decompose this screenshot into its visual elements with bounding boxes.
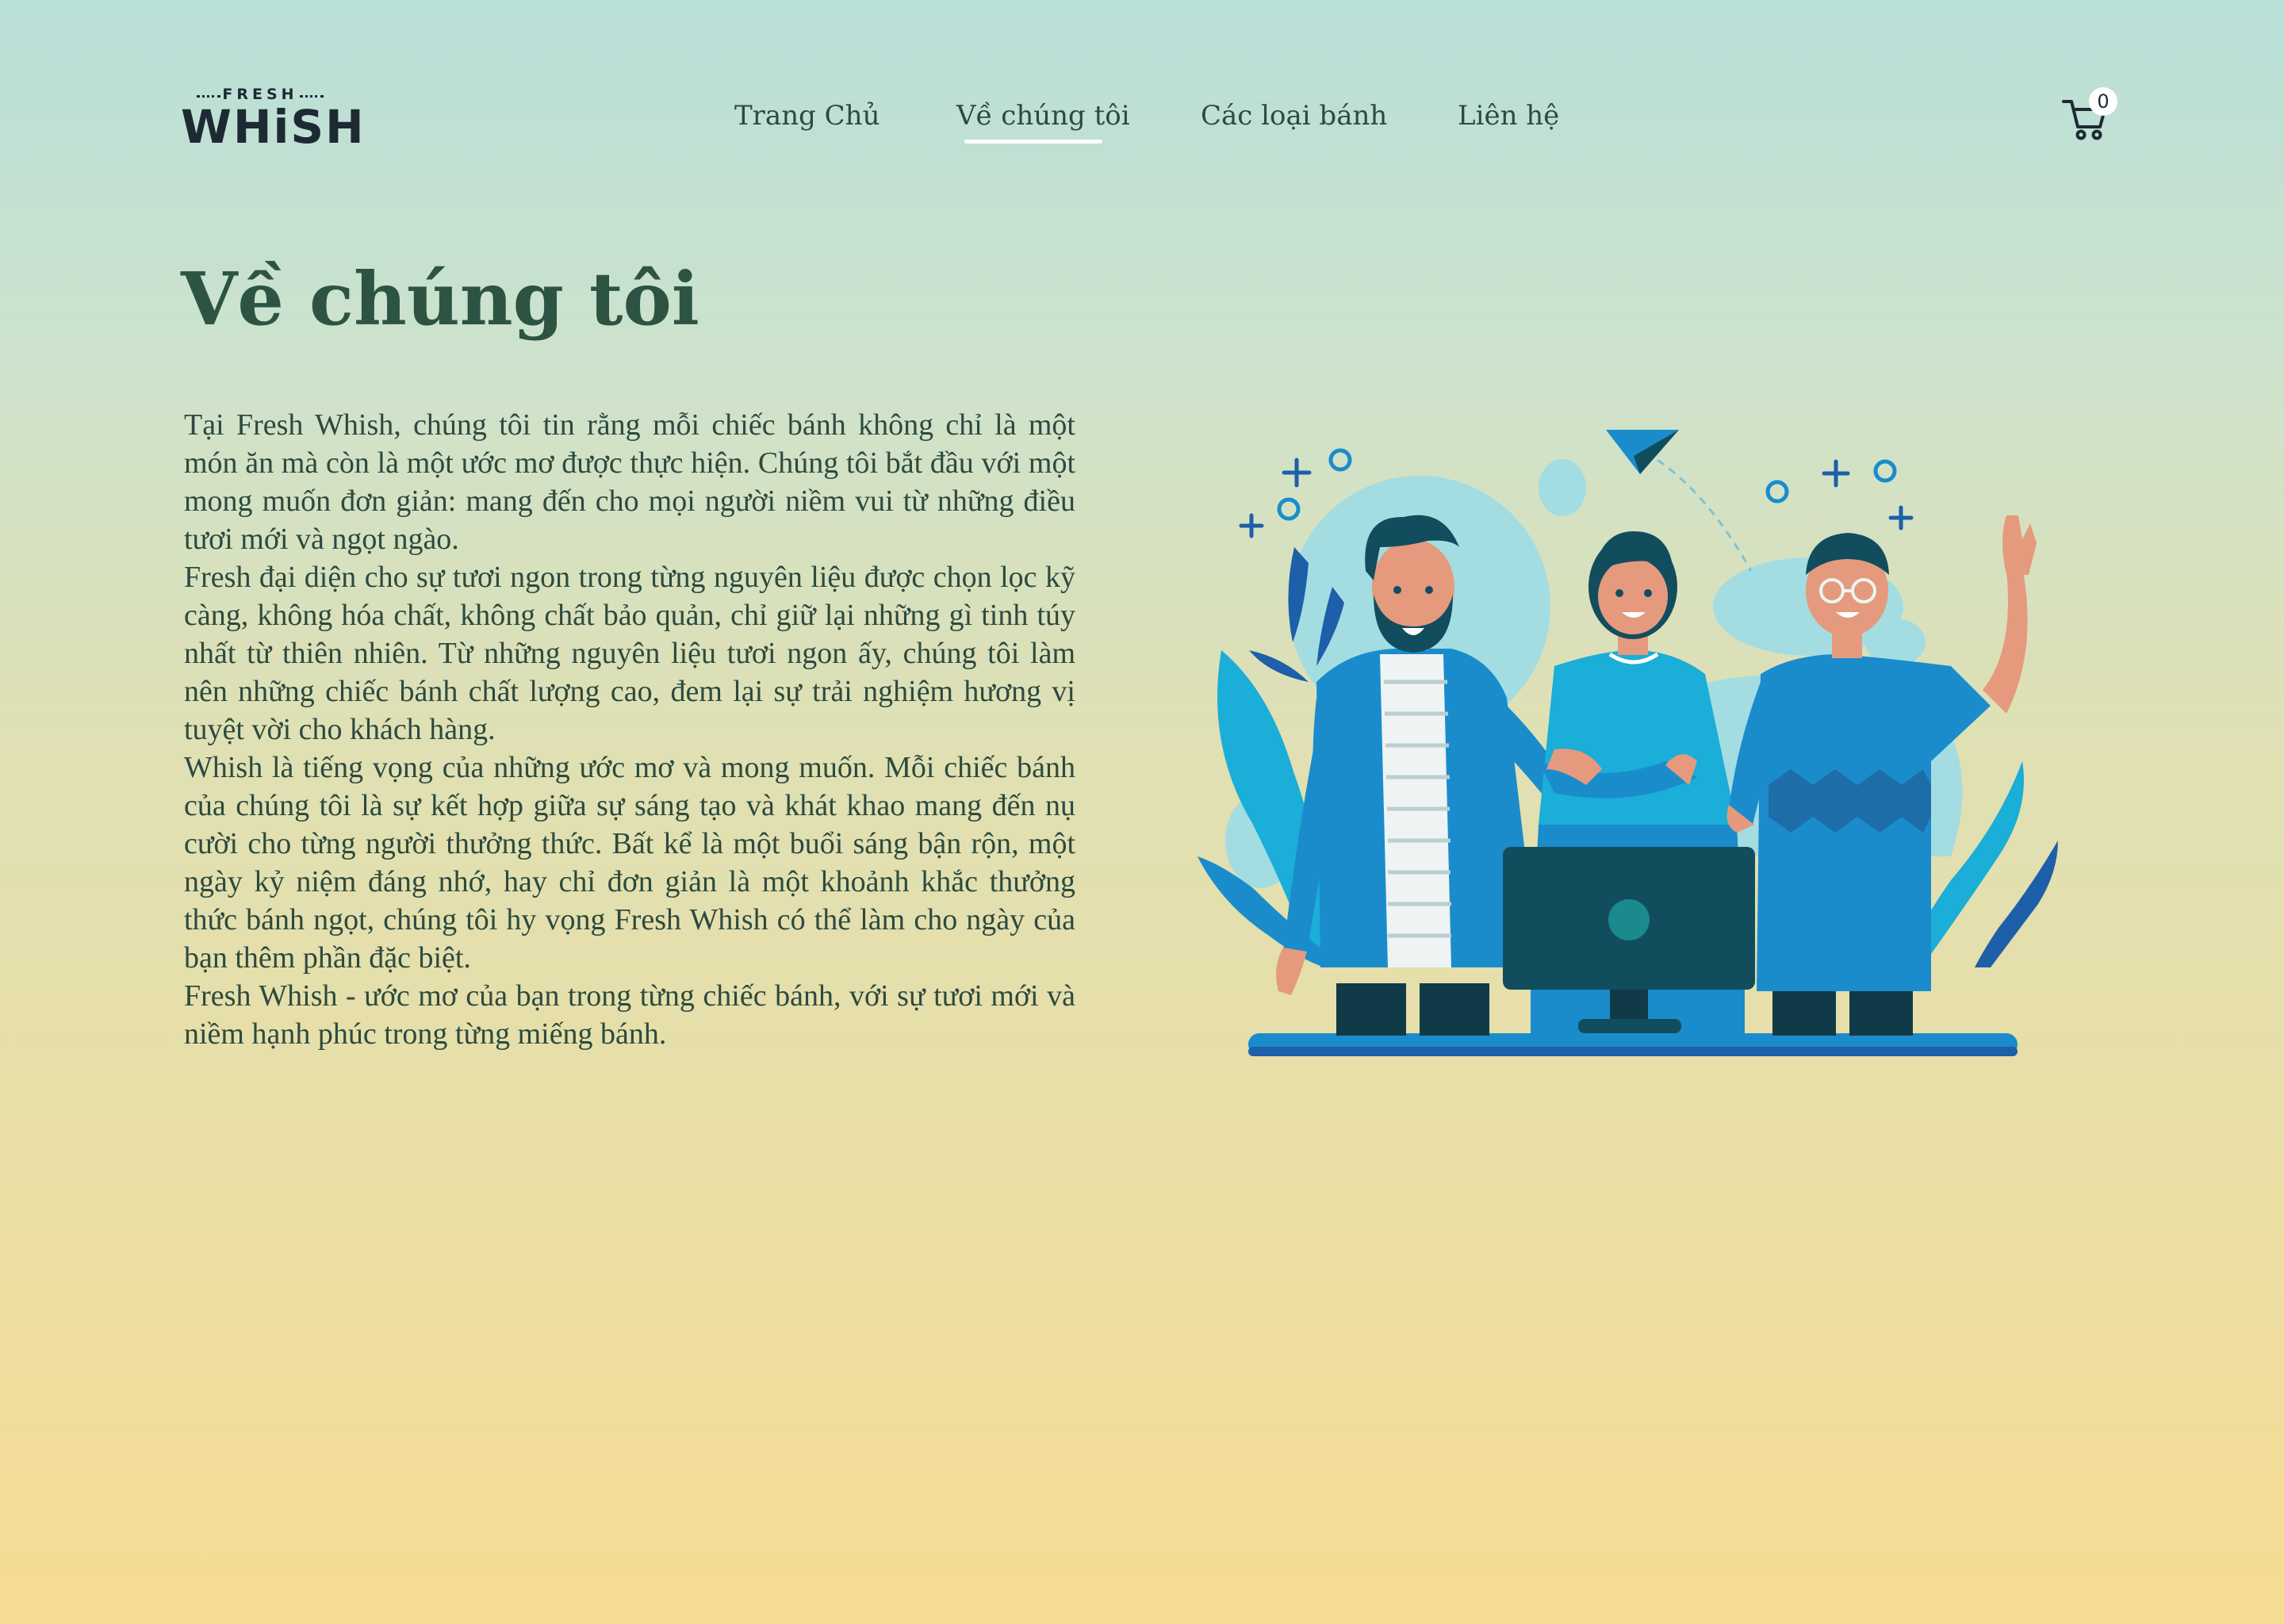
nav-item-home[interactable]: Trang Chủ	[734, 100, 879, 132]
logo-dash-right	[300, 95, 324, 99]
site-header: FRESH WHiSH Trang Chủ Về chúng tôi Các l…	[0, 0, 2284, 206]
about-paragraph: Fresh Whish - ước mơ của bạn trong từng …	[184, 979, 1075, 1051]
main-nav: Trang Chủ Về chúng tôi Các loại bánh Liê…	[0, 100, 2284, 147]
cart-button[interactable]: 0	[2060, 87, 2124, 143]
cart-count-badge: 0	[2089, 87, 2117, 116]
active-nav-underline	[964, 140, 1102, 144]
about-paragraph: Fresh đại diện cho sự tươi ngon trong từ…	[184, 561, 1075, 746]
about-paragraph: Tại Fresh Whish, chúng tôi tin rằng mỗi …	[184, 408, 1075, 556]
about-text: Tại Fresh Whish, chúng tôi tin rằng mỗi …	[184, 406, 1075, 1053]
nav-item-contact[interactable]: Liên hệ	[1458, 100, 1559, 132]
about-paragraph: Whish là tiếng vọng của những ước mơ và …	[184, 751, 1075, 975]
team-illustration	[1198, 430, 2058, 1056]
nav-item-about[interactable]: Về chúng tôi	[956, 100, 1130, 132]
page-title: Về chúng tôi	[181, 256, 699, 342]
nav-item-cakes[interactable]: Các loại bánh	[1201, 100, 1387, 132]
